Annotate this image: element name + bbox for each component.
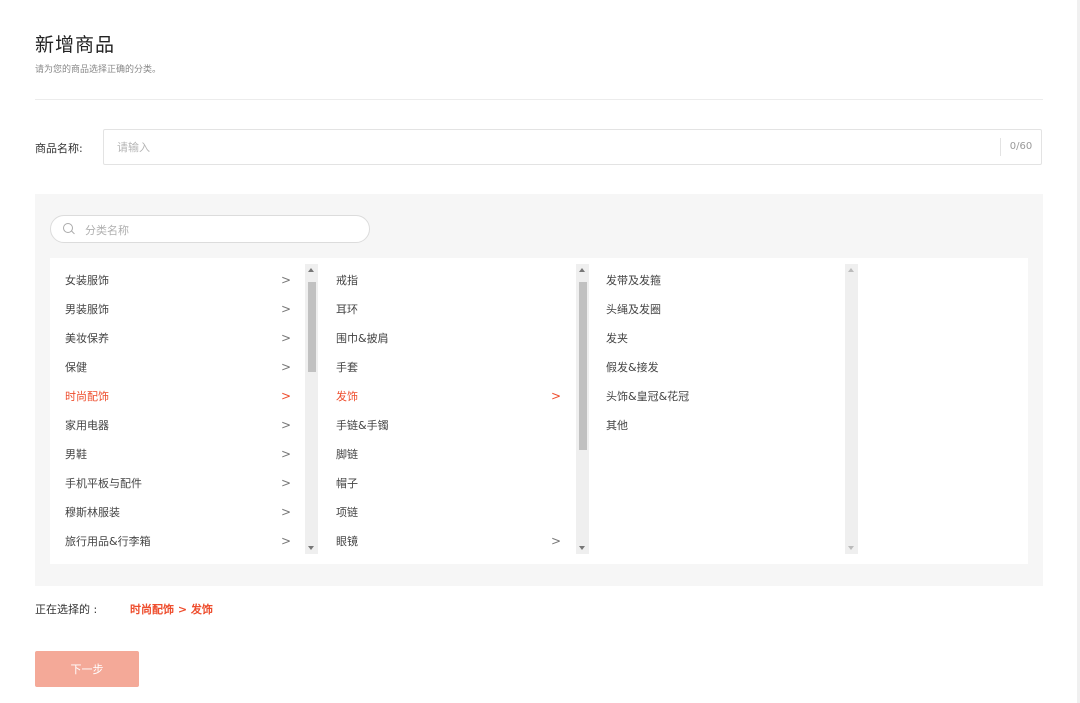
scrollbar-track [845,264,858,554]
category-item-label: 帽子 [336,477,358,490]
product-name-label: 商品名称: [35,142,83,155]
category-item-label: 戒指 [336,274,358,287]
chevron-right-icon: > [281,389,292,403]
category-list-level3: 发带及发箍头绳及发圈发夹假发&接发头饰&皇冠&花冠 其他 [606,266,830,440]
category-item-label: 眼镜 [336,535,358,548]
page-title: 新增商品 [35,34,116,56]
category-item-label: 其他 [606,419,628,432]
category-item[interactable]: 戒指 [336,266,560,295]
category-item[interactable]: 旅行用品&行李箱 > [65,527,292,556]
category-item[interactable]: 女装服饰 > [65,266,292,295]
category-item[interactable]: 男装服饰 > [65,295,292,324]
category-panel: 女装服饰>男装服饰>美妆保养>保健>时尚配饰>家用电器>男鞋>手机平板与配件>穆… [35,194,1043,586]
scrollbar-thumb[interactable] [308,282,316,372]
category-column-level3: 发带及发箍头绳及发圈发夹假发&接发头饰&皇冠&花冠 其他 [590,258,860,564]
scroll-up-arrow-icon[interactable] [579,268,585,272]
product-name-input[interactable] [104,130,1012,164]
category-list-level2: 戒指耳环围巾&披肩手套发饰 > 手链&手镯脚链帽子项链眼镜 > [336,266,562,556]
header-divider [35,99,1043,100]
category-item[interactable]: 眼镜 > [336,527,562,556]
category-item-label: 脚链 [336,448,358,461]
next-step-button[interactable]: 下一步 [35,651,139,687]
category-item-label: 发带及发箍 [606,274,661,287]
chevron-right-icon: > [551,389,562,403]
selection-path: 时尚配饰 > 发饰 [130,603,213,616]
column-scrollbar-level3 [845,264,858,554]
category-search-input[interactable] [83,216,357,244]
category-item[interactable]: 穆斯林服装 > [65,498,292,527]
chevron-right-icon: > [281,360,292,374]
search-icon [63,223,73,233]
column-scrollbar-level2[interactable] [576,264,589,554]
category-item[interactable]: 发带及发箍 [606,266,830,295]
category-item-label: 时尚配饰 [65,390,109,403]
category-item[interactable]: 脚链 [336,440,560,469]
category-item-label: 家用电器 [65,419,109,432]
category-item-label: 头饰&皇冠&花冠 [606,390,690,403]
category-list-level1: 女装服饰 > 男装服饰 > 美妆保养 > 保健 > 时尚配饰 > 家用电器 > 男鞋 > 手机平板与配件 > 穆… [65,266,292,556]
category-item[interactable]: 手机平板与配件 > [65,469,292,498]
product-name-counter: 0/60 [1000,138,1041,156]
selection-label: 正在选择的 : [35,603,98,616]
page-subtitle: 请为您的商品选择正确的分类。 [35,65,162,75]
category-item-label: 女装服饰 [65,274,109,287]
scroll-down-arrow-icon[interactable] [308,546,314,550]
category-column-level1: 女装服饰 > 男装服饰 > 美妆保养 > 保健 > 时尚配饰 > 家用电器 > 男鞋 > 手机平板与配件 > 穆… [50,258,320,564]
category-column-level2: 戒指耳环围巾&披肩手套发饰 > 手链&手镯脚链帽子项链眼镜 > [320,258,590,564]
category-item-label: 发夹 [606,332,628,345]
category-item[interactable]: 其他 [606,411,830,440]
category-item[interactable]: 头饰&皇冠&花冠 [606,382,830,411]
category-item-label: 头绳及发圈 [606,303,661,316]
category-item-label: 手套 [336,361,358,374]
scroll-up-arrow-icon[interactable] [308,268,314,272]
category-item-label: 耳环 [336,303,358,316]
category-item[interactable]: 假发&接发 [606,353,830,382]
category-item-label: 男装服饰 [65,303,109,316]
category-item[interactable]: 保健 > [65,353,292,382]
category-item-label: 旅行用品&行李箱 [65,535,151,548]
category-item[interactable]: 围巾&披肩 [336,324,560,353]
category-item-label: 男鞋 [65,448,87,461]
chevron-right-icon: > [281,302,292,316]
chevron-right-icon: > [281,418,292,432]
category-item[interactable]: 男鞋 > [65,440,292,469]
category-item[interactable]: 时尚配饰 > [65,382,292,411]
chevron-right-icon: > [281,505,292,519]
chevron-right-icon: > [281,476,292,490]
chevron-right-icon: > [281,331,292,345]
category-item[interactable]: 手链&手镯 [336,411,560,440]
product-name-field: 0/60 [103,129,1042,165]
category-item-label: 项链 [336,506,358,519]
category-columns: 女装服饰 > 男装服饰 > 美妆保养 > 保健 > 时尚配饰 > 家用电器 > 男鞋 > 手机平板与配件 > 穆… [50,258,1028,564]
scroll-up-arrow-icon [848,268,854,272]
category-item-label: 穆斯林服装 [65,506,120,519]
category-item-label: 美妆保养 [65,332,109,345]
category-search [50,215,370,244]
category-item[interactable]: 项链 [336,498,560,527]
category-item-label: 发饰 [336,390,358,403]
category-item[interactable]: 帽子 [336,469,560,498]
category-item-label: 手机平板与配件 [65,477,142,490]
column-scrollbar-level1[interactable] [305,264,318,554]
chevron-right-icon: > [281,534,292,548]
category-item[interactable]: 美妆保养 > [65,324,292,353]
chevron-right-icon: > [551,534,562,548]
scroll-down-arrow-icon[interactable] [579,546,585,550]
category-item-label: 保健 [65,361,87,374]
category-item[interactable]: 发饰 > [336,382,562,411]
category-item[interactable]: 发夹 [606,324,830,353]
scrollbar-thumb[interactable] [579,282,587,450]
category-item[interactable]: 耳环 [336,295,560,324]
category-item[interactable]: 家用电器 > [65,411,292,440]
category-item[interactable]: 头绳及发圈 [606,295,830,324]
scroll-down-arrow-icon [848,546,854,550]
category-item-label: 手链&手镯 [336,419,389,432]
chevron-right-icon: > [281,447,292,461]
chevron-right-icon: > [281,273,292,287]
category-item-label: 围巾&披肩 [336,332,389,345]
category-item-label: 假发&接发 [606,361,659,374]
category-item[interactable]: 手套 [336,353,560,382]
